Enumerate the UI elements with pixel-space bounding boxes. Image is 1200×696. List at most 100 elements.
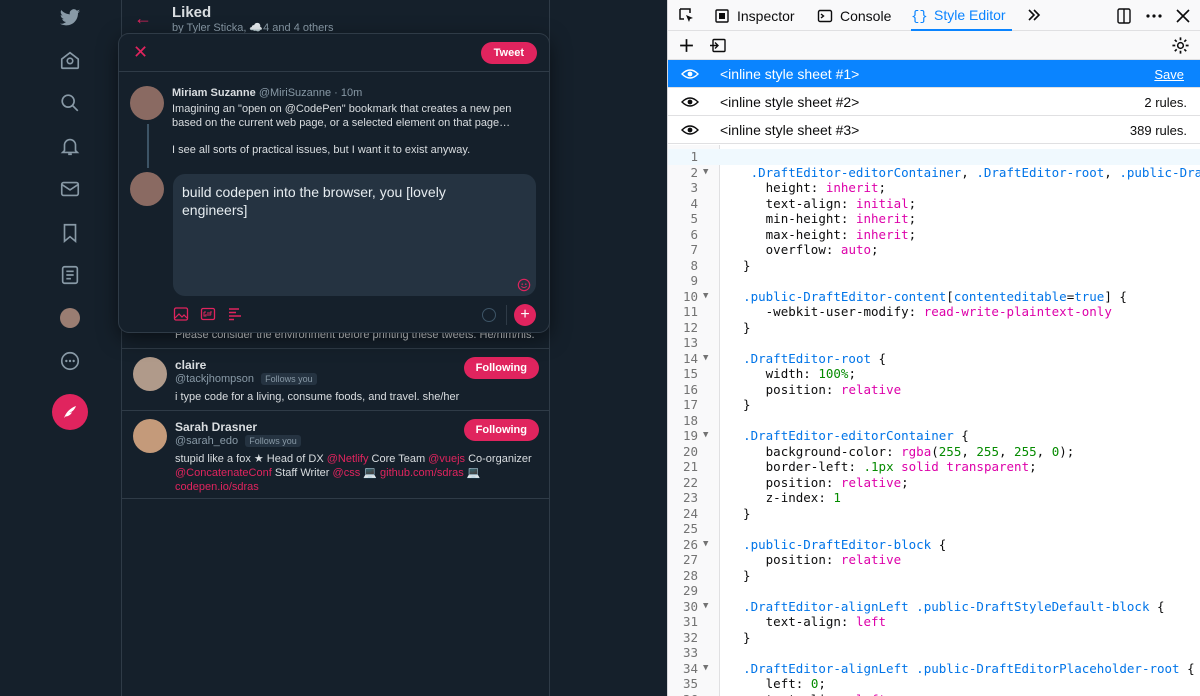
- list-item[interactable]: Sarah Drasner @sarah_edo Follows you Fol…: [122, 410, 550, 499]
- code-line[interactable]: 14 ▼ .DraftEditor-root {: [668, 351, 1200, 367]
- code-line[interactable]: 29: [668, 583, 1200, 599]
- following-button[interactable]: Following: [463, 357, 539, 379]
- code-line[interactable]: 30 ▼ .DraftEditor-alignLeft .public-Draft…: [668, 599, 1200, 615]
- code-line[interactable]: 1: [668, 149, 1200, 165]
- code-line[interactable]: 11 -webkit-user-modify: read-write-plain…: [668, 304, 1200, 320]
- fold-chevron-icon[interactable]: ▼: [703, 289, 708, 305]
- fold-chevron-icon[interactable]: ▼: [703, 165, 708, 181]
- lists-icon[interactable]: [50, 255, 90, 295]
- code-line[interactable]: 35 left: 0;: [668, 676, 1200, 692]
- list-item[interactable]: claire @tackjhompson Follows you Followi…: [122, 348, 550, 410]
- twitter-logo-icon[interactable]: [50, 0, 90, 38]
- fold-chevron-icon[interactable]: ▼: [703, 428, 708, 444]
- code-line[interactable]: 12 }: [668, 320, 1200, 336]
- code-line[interactable]: 4 text-align: initial;: [668, 196, 1200, 212]
- dock-toggle-icon[interactable]: [1115, 7, 1133, 25]
- emoji-icon[interactable]: [517, 278, 531, 292]
- element-picker-icon[interactable]: [677, 6, 695, 24]
- media-image-icon[interactable]: [173, 306, 189, 322]
- code-line[interactable]: 20 background-color: rgba(255, 255, 255,…: [668, 444, 1200, 460]
- tweet-button[interactable]: Tweet: [480, 42, 537, 64]
- back-arrow-icon[interactable]: ←: [134, 8, 152, 29]
- draft-text[interactable]: build codepen into the browser, you [lov…: [182, 183, 512, 219]
- visibility-eye-icon[interactable]: [681, 122, 699, 138]
- stylesheet-name[interactable]: <inline style sheet #2>: [720, 94, 859, 110]
- avatar[interactable]: [130, 86, 164, 120]
- fold-chevron-icon[interactable]: ▼: [703, 537, 708, 553]
- bio-link[interactable]: codepen.io/sdras: [175, 481, 259, 493]
- code-line[interactable]: 3 height: inherit;: [668, 180, 1200, 196]
- bio-link[interactable]: @Netlify: [327, 453, 369, 465]
- visibility-eye-icon[interactable]: [681, 66, 699, 82]
- author-name[interactable]: Miriam Suzanne: [172, 87, 256, 99]
- code-line[interactable]: 22 position: relative;: [668, 475, 1200, 491]
- fold-chevron-icon[interactable]: ▼: [703, 351, 708, 367]
- avatar[interactable]: [130, 172, 164, 206]
- stylesheet-item[interactable]: <inline style sheet #2> 2 rules.: [668, 88, 1200, 116]
- code-line[interactable]: 16 position: relative: [668, 382, 1200, 398]
- bio-link[interactable]: @css: [333, 467, 361, 479]
- code-line[interactable]: 10 ▼ .public-DraftEditor-content[contente…: [668, 289, 1200, 305]
- save-link[interactable]: Save: [1154, 67, 1184, 82]
- code-line[interactable]: 28 }: [668, 568, 1200, 584]
- close-icon[interactable]: ✕: [133, 42, 148, 63]
- code-line[interactable]: 31 text-align: left: [668, 614, 1200, 630]
- stylesheet-item[interactable]: <inline style sheet #3> 389 rules.: [668, 116, 1200, 144]
- code-line[interactable]: 34 ▼ .DraftEditor-alignLeft .public-Draft…: [668, 661, 1200, 677]
- profile-avatar-icon[interactable]: [50, 298, 90, 338]
- user-name[interactable]: claire: [175, 358, 206, 372]
- visibility-eye-icon[interactable]: [681, 94, 699, 110]
- bio-link[interactable]: @ConcatenateConf: [175, 467, 272, 479]
- stylesheet-name[interactable]: <inline style sheet #1>: [720, 66, 859, 82]
- gif-icon[interactable]: [200, 306, 216, 322]
- avatar[interactable]: [133, 419, 167, 453]
- fold-chevron-icon[interactable]: ▼: [703, 661, 708, 677]
- settings-gear-icon[interactable]: [1171, 36, 1190, 55]
- code-line[interactable]: 33: [668, 645, 1200, 661]
- import-stylesheet-icon[interactable]: [709, 37, 727, 54]
- code-line[interactable]: 13: [668, 335, 1200, 351]
- home-icon[interactable]: [50, 40, 90, 80]
- code-editor[interactable]: 1 2 ▼ .DraftEditor-editorContainer, .Draft…: [668, 145, 1200, 696]
- new-stylesheet-plus-icon[interactable]: [678, 37, 695, 54]
- more-options-icon[interactable]: [1145, 7, 1163, 25]
- code-line[interactable]: 15 width: 100%;: [668, 366, 1200, 382]
- code-line[interactable]: 7 overflow: auto;: [668, 242, 1200, 258]
- code-line[interactable]: 19 ▼ .DraftEditor-editorContainer {: [668, 428, 1200, 444]
- code-line[interactable]: 18: [668, 413, 1200, 429]
- code-line[interactable]: 25: [668, 521, 1200, 537]
- more-options-icon[interactable]: [50, 341, 90, 381]
- notifications-bell-icon[interactable]: [50, 126, 90, 166]
- messages-mail-icon[interactable]: [50, 169, 90, 209]
- more-tabs-chevron-icon[interactable]: [1025, 6, 1043, 24]
- bio-link[interactable]: @vuejs: [428, 453, 465, 465]
- code-line[interactable]: 27 position: relative: [668, 552, 1200, 568]
- tab-console[interactable]: Console: [817, 0, 891, 31]
- following-button[interactable]: Following: [463, 419, 539, 441]
- bio-link[interactable]: github.com/sdras: [380, 467, 464, 479]
- compose-tweet-icon[interactable]: [52, 394, 88, 430]
- code-line[interactable]: 9: [668, 273, 1200, 289]
- stylesheet-item[interactable]: <inline style sheet #1> Save: [668, 60, 1200, 88]
- add-tweet-button[interactable]: +: [514, 304, 536, 326]
- code-line[interactable]: 32 }: [668, 630, 1200, 646]
- code-line[interactable]: 8 }: [668, 258, 1200, 274]
- explore-search-icon[interactable]: [50, 83, 90, 123]
- code-line[interactable]: 5 min-height: inherit;: [668, 211, 1200, 227]
- code-line[interactable]: 26 ▼ .public-DraftEditor-block {: [668, 537, 1200, 553]
- poll-icon[interactable]: [227, 306, 243, 322]
- tab-inspector[interactable]: Inspector: [714, 0, 795, 31]
- tab-style-editor[interactable]: {} Style Editor: [911, 0, 1012, 31]
- avatar[interactable]: [133, 357, 167, 391]
- code-line[interactable]: 2 ▼ .DraftEditor-editorContainer, .DraftE…: [668, 165, 1200, 181]
- code-line[interactable]: 24 }: [668, 506, 1200, 522]
- bookmarks-icon[interactable]: [50, 213, 90, 253]
- reply-textarea[interactable]: build codepen into the browser, you [lov…: [173, 174, 536, 296]
- user-name[interactable]: Sarah Drasner: [175, 420, 257, 434]
- code-line[interactable]: 21 border-left: .1px solid transparent;: [668, 459, 1200, 475]
- code-line[interactable]: 36 text-align: left: [668, 692, 1200, 696]
- fold-chevron-icon[interactable]: ▼: [703, 599, 708, 615]
- stylesheet-name[interactable]: <inline style sheet #3>: [720, 122, 859, 138]
- code-line[interactable]: 23 z-index: 1: [668, 490, 1200, 506]
- code-line[interactable]: 17 }: [668, 397, 1200, 413]
